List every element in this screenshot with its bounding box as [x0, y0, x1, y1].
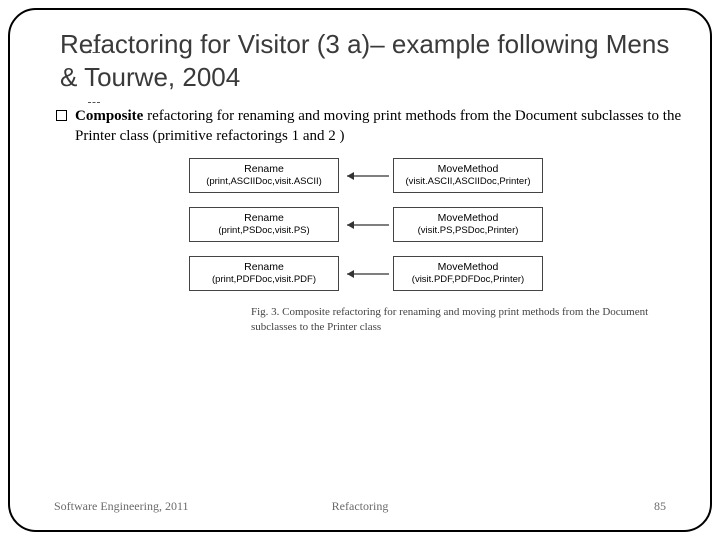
footer: Software Engineering, 2011 Refactoring 8…: [54, 499, 666, 514]
rename-node: Rename (print,PDFDoc,visit.PDF): [189, 256, 339, 291]
node-args: (visit.PS,PSDoc,Printer): [400, 225, 536, 237]
bullet-rest: refactoring for renaming and moving prin…: [75, 108, 681, 144]
movemethod-node: MoveMethod (visit.PDF,PDFDoc,Printer): [393, 256, 543, 291]
node-head: Rename: [196, 212, 332, 225]
diagram: Rename (print,ASCIIDoc,visit.ASCII) Move…: [151, 158, 581, 335]
slide-frame: Refactoring for Visitor (3 a)– example f…: [8, 8, 712, 532]
node-args: (visit.ASCII,ASCIIDoc,Printer): [400, 176, 536, 188]
diagram-row: Rename (print,PDFDoc,visit.PDF) MoveMeth…: [151, 256, 581, 291]
dashed-connector: [88, 102, 100, 103]
node-head: Rename: [196, 261, 332, 274]
arrow-icon: [339, 169, 393, 183]
arrow-icon: [339, 218, 393, 232]
dashed-connector: [88, 52, 100, 53]
bullet-bold: Composite: [75, 108, 143, 124]
diagram-row: Rename (print,ASCIIDoc,visit.ASCII) Move…: [151, 158, 581, 193]
diagram-row: Rename (print,PSDoc,visit.PS) MoveMethod…: [151, 207, 581, 242]
node-head: MoveMethod: [400, 212, 536, 225]
movemethod-node: MoveMethod (visit.PS,PSDoc,Printer): [393, 207, 543, 242]
bullet-item: Composite refactoring for renaming and m…: [56, 107, 682, 146]
node-args: (print,PDFDoc,visit.PDF): [196, 274, 332, 286]
node-args: (print,PSDoc,visit.PS): [196, 225, 332, 237]
node-head: Rename: [196, 163, 332, 176]
bullet-marker: [56, 110, 67, 121]
page-number: 85: [654, 499, 666, 514]
node-head: MoveMethod: [400, 163, 536, 176]
rename-node: Rename (print,PSDoc,visit.PS): [189, 207, 339, 242]
slide-title: Refactoring for Visitor (3 a)– example f…: [60, 28, 682, 93]
bullet-text: Composite refactoring for renaming and m…: [75, 107, 682, 146]
node-args: (print,ASCIIDoc,visit.ASCII): [196, 176, 332, 188]
rename-node: Rename (print,ASCIIDoc,visit.ASCII): [189, 158, 339, 193]
movemethod-node: MoveMethod (visit.ASCII,ASCIIDoc,Printer…: [393, 158, 543, 193]
arrow-icon: [339, 267, 393, 281]
figure-caption: Fig. 3. Composite refactoring for renami…: [251, 305, 651, 335]
node-args: (visit.PDF,PDFDoc,Printer): [400, 274, 536, 286]
footer-left: Software Engineering, 2011: [54, 499, 189, 514]
node-head: MoveMethod: [400, 261, 536, 274]
